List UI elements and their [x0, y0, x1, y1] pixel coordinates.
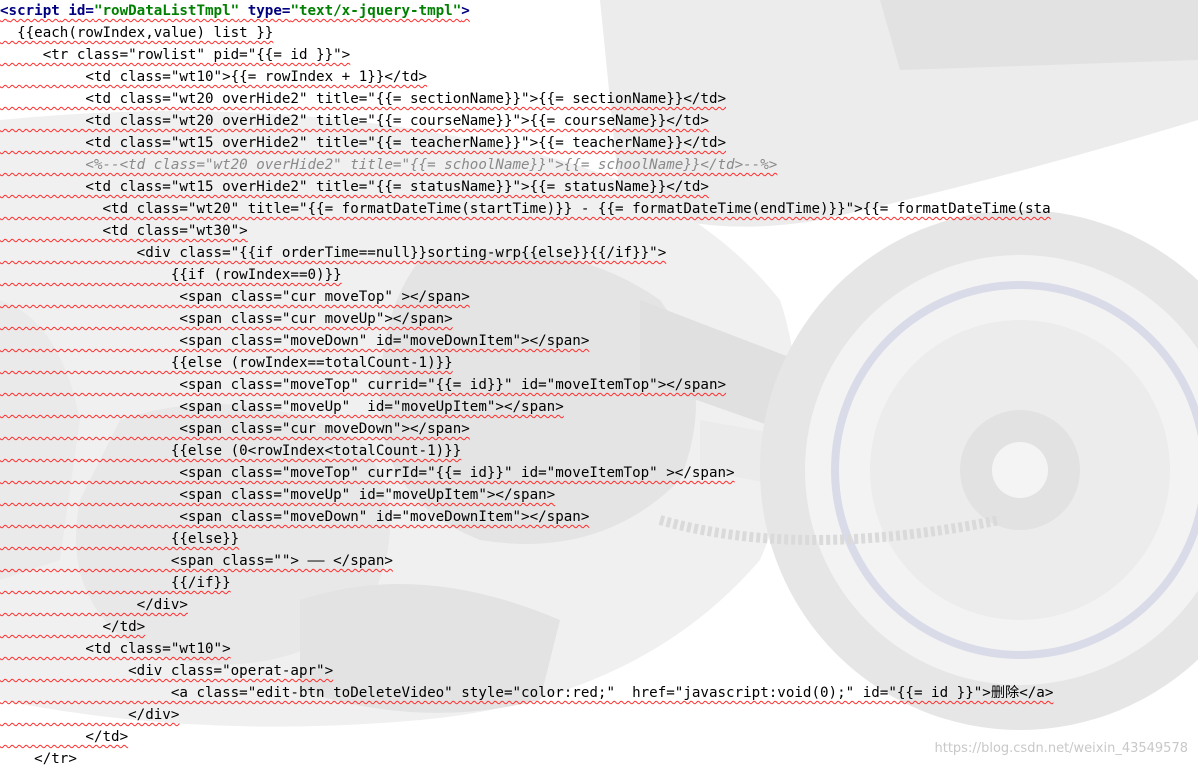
code-line: <span class="moveUp" id="moveUpItem"></s… — [0, 399, 564, 415]
code-line: </td> — [0, 619, 146, 635]
watermark-text: https://blog.csdn.net/weixin_43549578 — [934, 741, 1188, 756]
script-id-attr: id= — [59, 3, 94, 19]
script-tag-lt: < — [0, 3, 9, 19]
code-line: </div> — [0, 597, 188, 613]
script-id-value: "rowDataListTmpl" — [93, 3, 240, 19]
code-line: <td class="wt20 overHide2" title="{{= se… — [0, 91, 727, 107]
code-line: {{else}} — [0, 531, 240, 547]
code-line: {{if (rowIndex==0)}} — [0, 267, 342, 283]
code-line: <td class="wt20" title="{{= formatDateTi… — [0, 201, 1051, 217]
code-line: {{else (0<rowIndex<totalCount-1)}} — [0, 443, 462, 459]
code-line: <script id="rowDataListTmpl" type="text/… — [0, 0, 470, 22]
code-line: </td> — [0, 729, 129, 745]
code-line: </div> — [0, 707, 180, 723]
code-line: <span class="moveUp" id="moveUpItem"></s… — [0, 487, 556, 503]
code-line: </tr> — [0, 751, 77, 766]
code-line: <span class="cur moveDown"></span> — [0, 421, 470, 437]
code-line: {{each(rowIndex,value) list }} — [0, 25, 274, 41]
code-line: <div class="{{if orderTime==null}}sortin… — [0, 245, 667, 261]
code-line: <span class="moveDown" id="moveDownItem"… — [0, 333, 590, 349]
code-line: <td class="wt10">{{= rowIndex + 1}}</td> — [0, 69, 428, 85]
code-line: <div class="operat-apr"> — [0, 663, 334, 679]
comment-line: <%--<td class="wt20 overHide2" title="{{… — [0, 157, 778, 173]
code-line: <a class="edit-btn toDeleteVideo" style=… — [0, 685, 1054, 701]
script-tag-gt: > — [461, 3, 470, 19]
code-line: <span class="moveTop" currId="{{= id}}" … — [0, 465, 735, 481]
code-line: {{else (rowIndex==totalCount-1)}} — [0, 355, 453, 371]
code-editor[interactable]: <script id="rowDataListTmpl" type="text/… — [0, 0, 1198, 766]
script-type-attr: type= — [239, 3, 291, 19]
code-line: {{/if}} — [0, 575, 231, 591]
code-line: <span class="cur moveUp"></span> — [0, 311, 453, 327]
script-type-value: "text/x-jquery-tmpl" — [290, 3, 462, 19]
code-line: <tr class="rowlist" pid="{{= id }}"> — [0, 47, 351, 63]
code-line: <td class="wt15 overHide2" title="{{= te… — [0, 135, 727, 151]
code-line: <span class=""> —— </span> — [0, 553, 393, 569]
code-line: <span class="moveTop" currid="{{= id}}" … — [0, 377, 727, 393]
code-line: <td class="wt10"> — [0, 641, 231, 657]
code-line: <span class="cur moveTop" ></span> — [0, 289, 470, 305]
code-line: <td class="wt15 overHide2" title="{{= st… — [0, 179, 709, 195]
code-line: <td class="wt30"> — [0, 223, 248, 239]
code-line: <td class="wt20 overHide2" title="{{= co… — [0, 113, 709, 129]
script-tag-name: script — [8, 3, 60, 19]
code-line: <span class="moveDown" id="moveDownItem"… — [0, 509, 590, 525]
